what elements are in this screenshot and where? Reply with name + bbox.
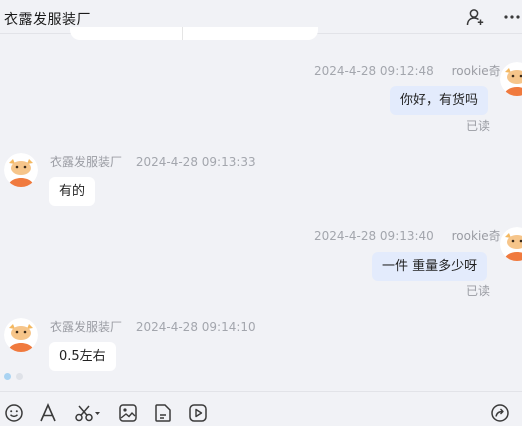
message-meta: 2024-4-28 09:13:40 rookie奇	[314, 227, 501, 244]
message-sender: 衣露发服装厂	[50, 155, 123, 169]
message-timestamp: 2024-4-28 09:12:48	[314, 64, 434, 78]
font-icon[interactable]	[38, 403, 58, 423]
loading-dot	[4, 373, 11, 380]
add-user-icon[interactable]	[466, 8, 484, 26]
message-bubble[interactable]: 0.5左右	[49, 342, 116, 371]
user-avatar[interactable]	[500, 62, 522, 96]
read-status: 已读	[466, 119, 491, 133]
emoji-icon[interactable]	[4, 403, 24, 423]
message-bubble[interactable]: 一件 重量多少呀	[372, 252, 488, 281]
message-meta: 衣露发服装厂 2024-4-28 09:14:10	[50, 318, 256, 335]
image-icon[interactable]	[118, 403, 138, 423]
message-bubble[interactable]: 你好，有货吗	[390, 86, 489, 115]
message-meta: 2024-4-28 09:12:48 rookie奇	[314, 62, 501, 79]
scissors-icon[interactable]	[74, 403, 102, 423]
input-toolbar	[0, 391, 522, 426]
file-icon[interactable]	[153, 403, 173, 423]
message-timestamp: 2024-4-28 09:14:10	[135, 320, 256, 334]
message-sender: 衣露发服装厂	[50, 320, 123, 334]
previous-card[interactable]	[70, 27, 318, 40]
loading-dot	[16, 373, 23, 380]
chat-title: 衣露发服装厂	[4, 12, 91, 28]
card-divider	[182, 27, 183, 40]
message-sender: rookie奇	[451, 229, 501, 243]
message-sender: rookie奇	[451, 64, 501, 78]
more-icon[interactable]	[503, 8, 521, 26]
contact-avatar[interactable]	[4, 318, 38, 352]
message-bubble[interactable]: 有的	[49, 177, 96, 206]
contact-avatar[interactable]	[4, 153, 38, 187]
user-avatar[interactable]	[500, 227, 522, 261]
message-meta: 衣露发服装厂 2024-4-28 09:13:33	[50, 153, 256, 170]
loading-indicator	[4, 373, 28, 381]
share-icon[interactable]	[490, 403, 510, 423]
message-timestamp: 2024-4-28 09:13:33	[135, 155, 256, 169]
read-status: 已读	[466, 284, 491, 298]
message-timestamp: 2024-4-28 09:13:40	[314, 229, 434, 243]
video-icon[interactable]	[188, 403, 208, 423]
